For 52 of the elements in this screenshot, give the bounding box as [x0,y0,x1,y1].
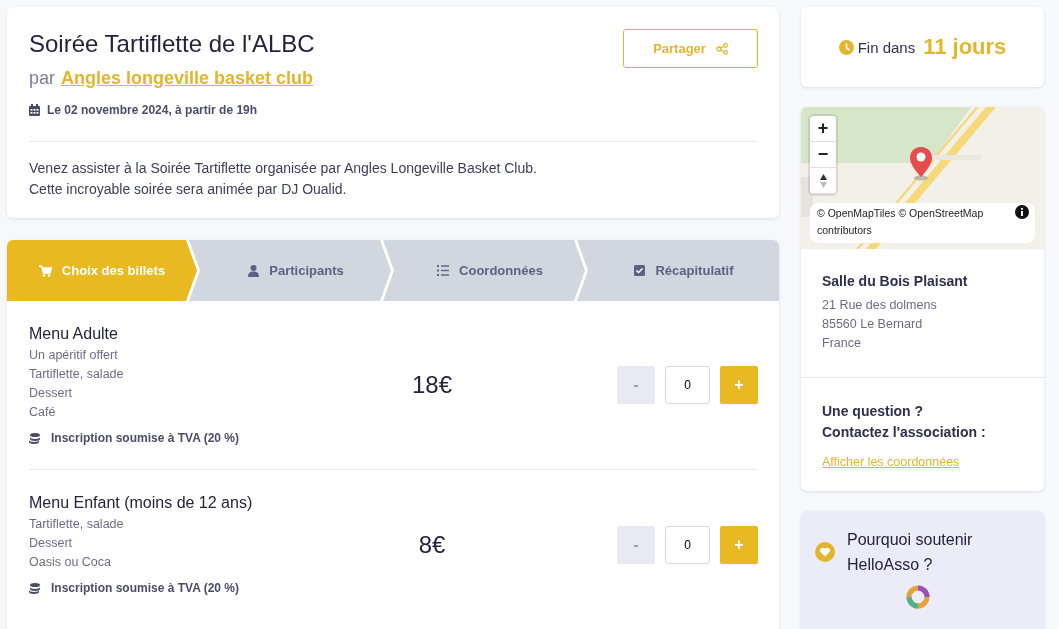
logo-icon [905,585,930,609]
ticket-detail: Café [29,404,57,421]
share-button[interactable]: Partager [623,29,758,68]
zoom-in-button[interactable]: + [810,116,836,142]
ticket-detail: Tartiflette, salade [29,516,125,533]
venue-name: Salle du Bois Plaisant [822,273,969,289]
map-pin-icon [909,147,933,181]
ticket-name: Menu Enfant (moins de 12 ans) [29,494,254,512]
step-tab[interactable]: Récapitulatif [577,240,779,301]
venue-address: France [822,335,862,352]
coins-icon [29,432,41,444]
cart-icon [38,264,52,277]
event-title: Soirée Tartiflette de l'ALBC [29,29,315,59]
checkbox-icon [634,265,646,276]
vat-note: Inscription soumise à TVA (20 %) [51,431,240,445]
vat-note: Inscription soumise à TVA (20 %) [51,581,240,595]
countdown-value: 11 jours [923,34,1007,60]
calendar-icon [29,104,40,116]
contact-prompt: Contactez l'association : [822,423,987,442]
list-icon [437,265,450,276]
share-icon [715,42,728,55]
step-tab[interactable]: Participants [189,240,391,301]
quantity-field[interactable]: 0 [665,366,710,404]
venue-address: 85560 Le Bernard [822,316,924,333]
ticket-detail: Un apéritif offert [29,347,119,364]
clock-icon [838,39,854,55]
ticket-detail: Dessert [29,385,74,402]
step-tab[interactable]: Choix des billets [7,240,197,301]
person-icon [248,264,260,277]
contact-link[interactable]: Afficher les coordonnées [822,455,960,469]
map-attribution: © OpenMapTiles © OpenStreetMap contributors [817,206,985,238]
description-text: Cette incroyable soirée sera animée par DJ Oualid. [29,180,348,199]
organizer-link[interactable]: Angles longeville basket club [61,68,314,89]
coins-icon [29,582,41,594]
contact-question: Une question ? [822,402,925,421]
ticket-detail: Dessert [29,535,74,552]
event-date: Le 02 novembre 2024, à partir de 19h [47,103,258,117]
step-tab[interactable]: Coordonnées [383,240,585,301]
increment-button[interactable]: + [720,366,758,404]
venue-address: 21 Rue des dolmens [822,297,938,314]
compass-icon [819,173,827,188]
countdown-label: Fin dans [857,38,916,56]
ticket-detail: Tartiflette, salade [29,366,125,383]
ticket-name: Menu Adulte [29,325,119,343]
description-text: Venez assister à la Soirée Tartiflette organisée par Angles Longeville Basket Club. [29,159,538,178]
increment-button[interactable]: + [720,525,758,564]
ticket-detail: Oasis ou Coca [29,554,112,571]
ticket-price: 18€ [410,371,453,399]
organizer-prefix: par [29,68,55,89]
support-title: Pourquoi soutenir HelloAsso ? [847,530,974,575]
ticket-price: 8€ [417,530,447,559]
quantity-field[interactable]: 0 [665,525,710,564]
